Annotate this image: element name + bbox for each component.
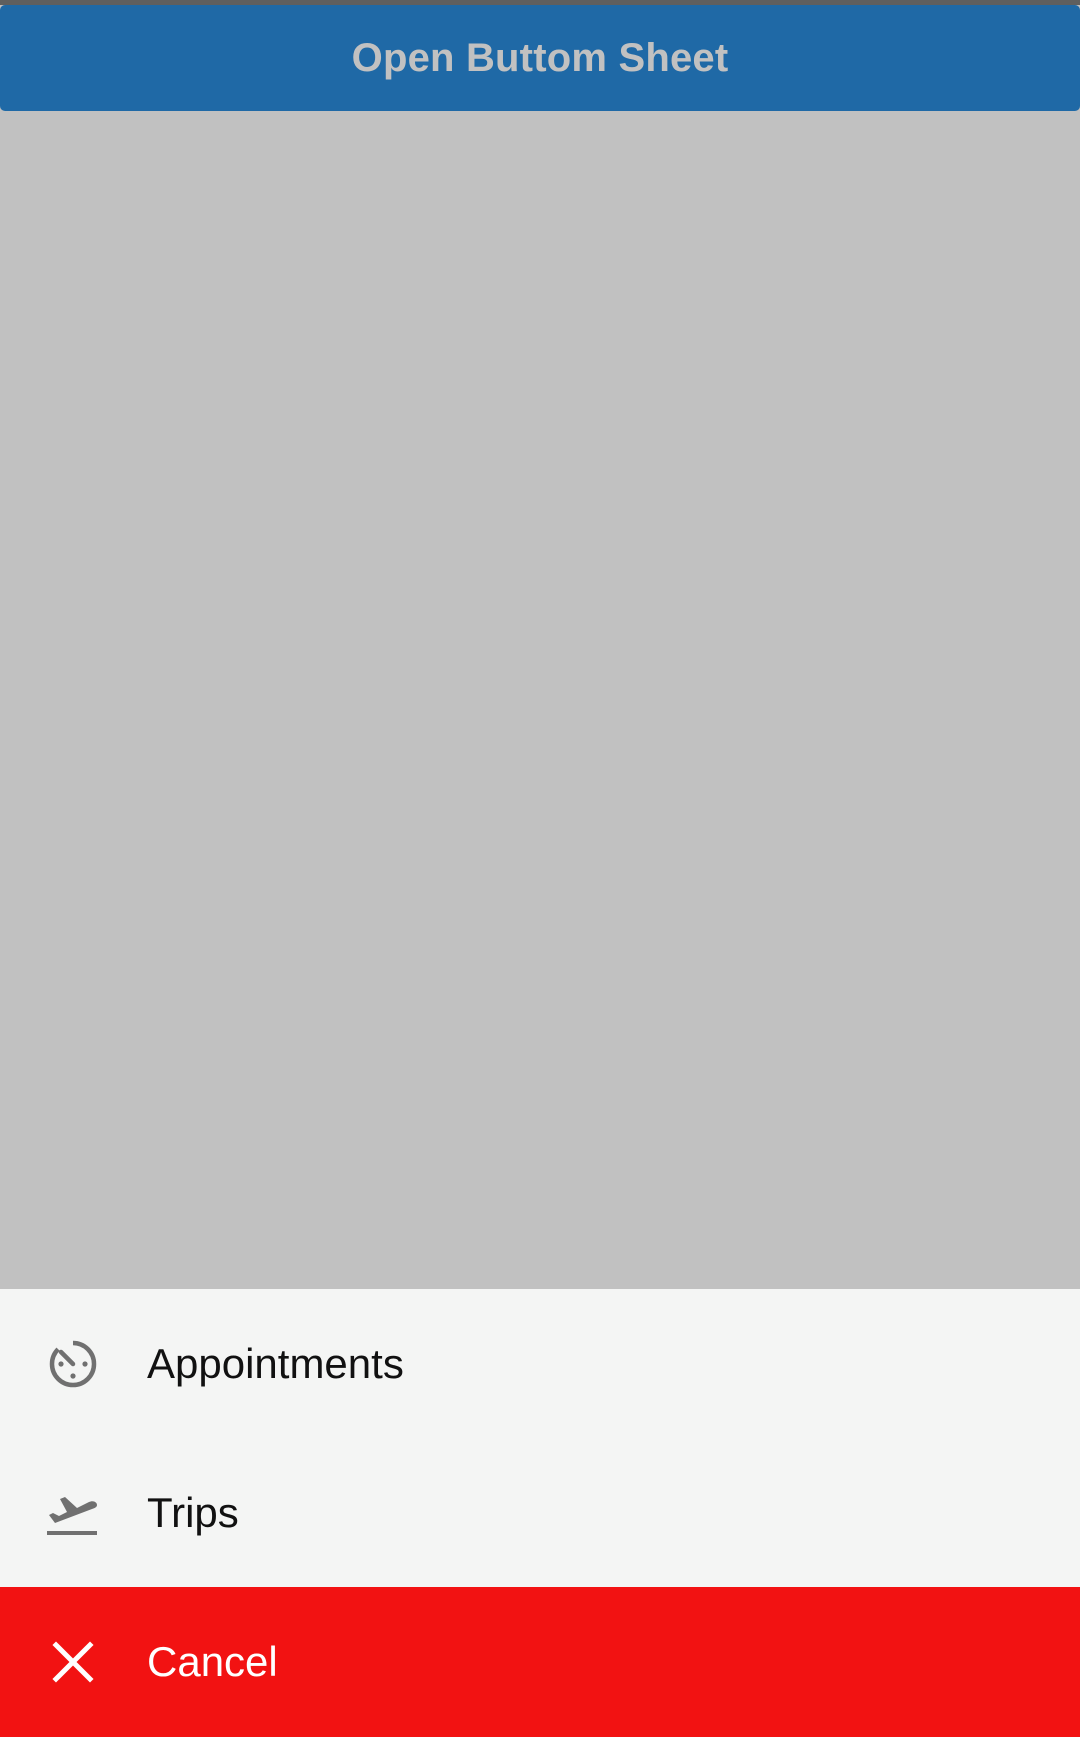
sheet-item-appointments[interactable]: Appointments [0, 1289, 1080, 1438]
open-bottom-sheet-button[interactable]: Open Buttom Sheet [0, 5, 1080, 111]
flight-takeoff-icon [44, 1484, 102, 1542]
sheet-item-label: Trips [147, 1488, 239, 1536]
modal-scrim[interactable] [0, 111, 1080, 1289]
sheet-item-trips[interactable]: Trips [0, 1438, 1080, 1587]
cancel-label: Cancel [147, 1638, 278, 1685]
open-bottom-sheet-label: Open Buttom Sheet [351, 35, 729, 80]
bottom-sheet: Appointments Trips Cancel [0, 1289, 1080, 1737]
cancel-button[interactable]: Cancel [0, 1587, 1080, 1737]
timer-icon [44, 1335, 102, 1393]
close-icon [44, 1633, 102, 1691]
sheet-item-label: Appointments [147, 1339, 404, 1387]
